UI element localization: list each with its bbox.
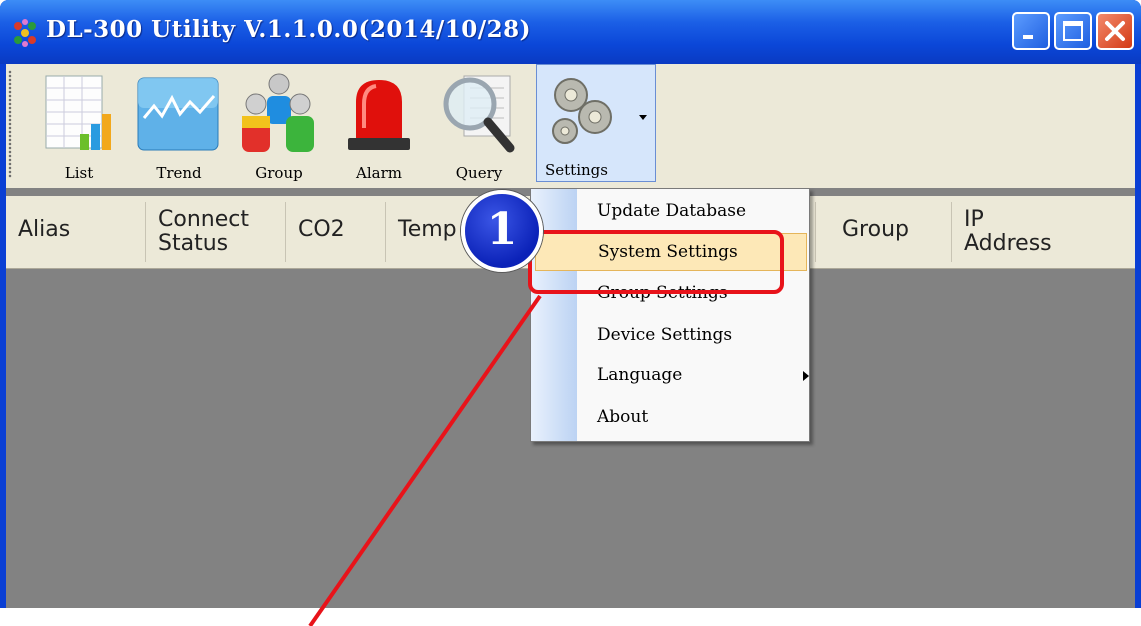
maximize-icon bbox=[1063, 21, 1083, 41]
toolbar-settings-label: Settings bbox=[545, 161, 608, 179]
alarm-siren-icon bbox=[348, 80, 410, 150]
toolbar-group-label: Group bbox=[255, 164, 303, 182]
toolbar-settings-button[interactable]: Settings bbox=[536, 64, 656, 182]
close-button[interactable] bbox=[1096, 12, 1134, 50]
column-group[interactable]: Group bbox=[830, 196, 952, 268]
close-icon bbox=[1105, 21, 1125, 41]
chevron-right-icon bbox=[803, 371, 809, 381]
menu-item-about[interactable]: About bbox=[577, 399, 809, 437]
magnifier-icon bbox=[443, 75, 515, 153]
gears-icon bbox=[552, 78, 612, 144]
toolbar-trend-label: Trend bbox=[156, 164, 202, 182]
menu-item-language[interactable]: Language bbox=[577, 357, 809, 395]
menu-item-update-database[interactable]: Update Database bbox=[577, 193, 809, 231]
column-alias[interactable]: Alias bbox=[6, 196, 146, 268]
maximize-button[interactable] bbox=[1054, 12, 1092, 50]
toolbar-trend-button[interactable]: Trend bbox=[134, 66, 224, 184]
column-connect-status[interactable]: Connect Status bbox=[146, 196, 286, 268]
toolbar-group-button[interactable]: Group bbox=[234, 66, 324, 184]
column-ip-address[interactable]: IP Address bbox=[952, 196, 1135, 268]
settings-dropdown-menu: Update Database System Settings Group Se… bbox=[530, 188, 810, 442]
toolbar: List Trend Group Alarm Query Settings bbox=[6, 64, 1135, 188]
trend-chart-icon bbox=[137, 77, 219, 151]
window-title: DL-300 Utility V.1.1.0.0(2014/10/28) bbox=[46, 16, 532, 43]
highlight-box bbox=[528, 230, 784, 294]
step-callout: 1 bbox=[461, 190, 543, 272]
minimize-icon bbox=[1023, 35, 1033, 39]
minimize-button[interactable] bbox=[1012, 12, 1050, 50]
step-number: 1 bbox=[486, 204, 518, 255]
toolbar-alarm-label: Alarm bbox=[356, 164, 402, 182]
toolbar-grip[interactable] bbox=[8, 70, 12, 178]
group-people-icon bbox=[242, 73, 314, 152]
toolbar-query-button[interactable]: Query bbox=[434, 66, 524, 184]
toolbar-alarm-button[interactable]: Alarm bbox=[334, 66, 424, 184]
chevron-down-icon[interactable] bbox=[639, 115, 647, 120]
menu-item-device-settings[interactable]: Device Settings bbox=[577, 317, 809, 355]
list-chart-icon bbox=[45, 75, 111, 150]
toolbar-list-label: List bbox=[64, 164, 94, 182]
toolbar-query-label: Query bbox=[455, 164, 503, 182]
toolbar-list-button[interactable]: List bbox=[34, 66, 124, 184]
column-co2[interactable]: CO2 bbox=[286, 196, 386, 268]
app-logo-icon bbox=[14, 19, 36, 47]
title-bar[interactable]: DL-300 Utility V.1.1.0.0(2014/10/28) bbox=[0, 0, 1141, 64]
